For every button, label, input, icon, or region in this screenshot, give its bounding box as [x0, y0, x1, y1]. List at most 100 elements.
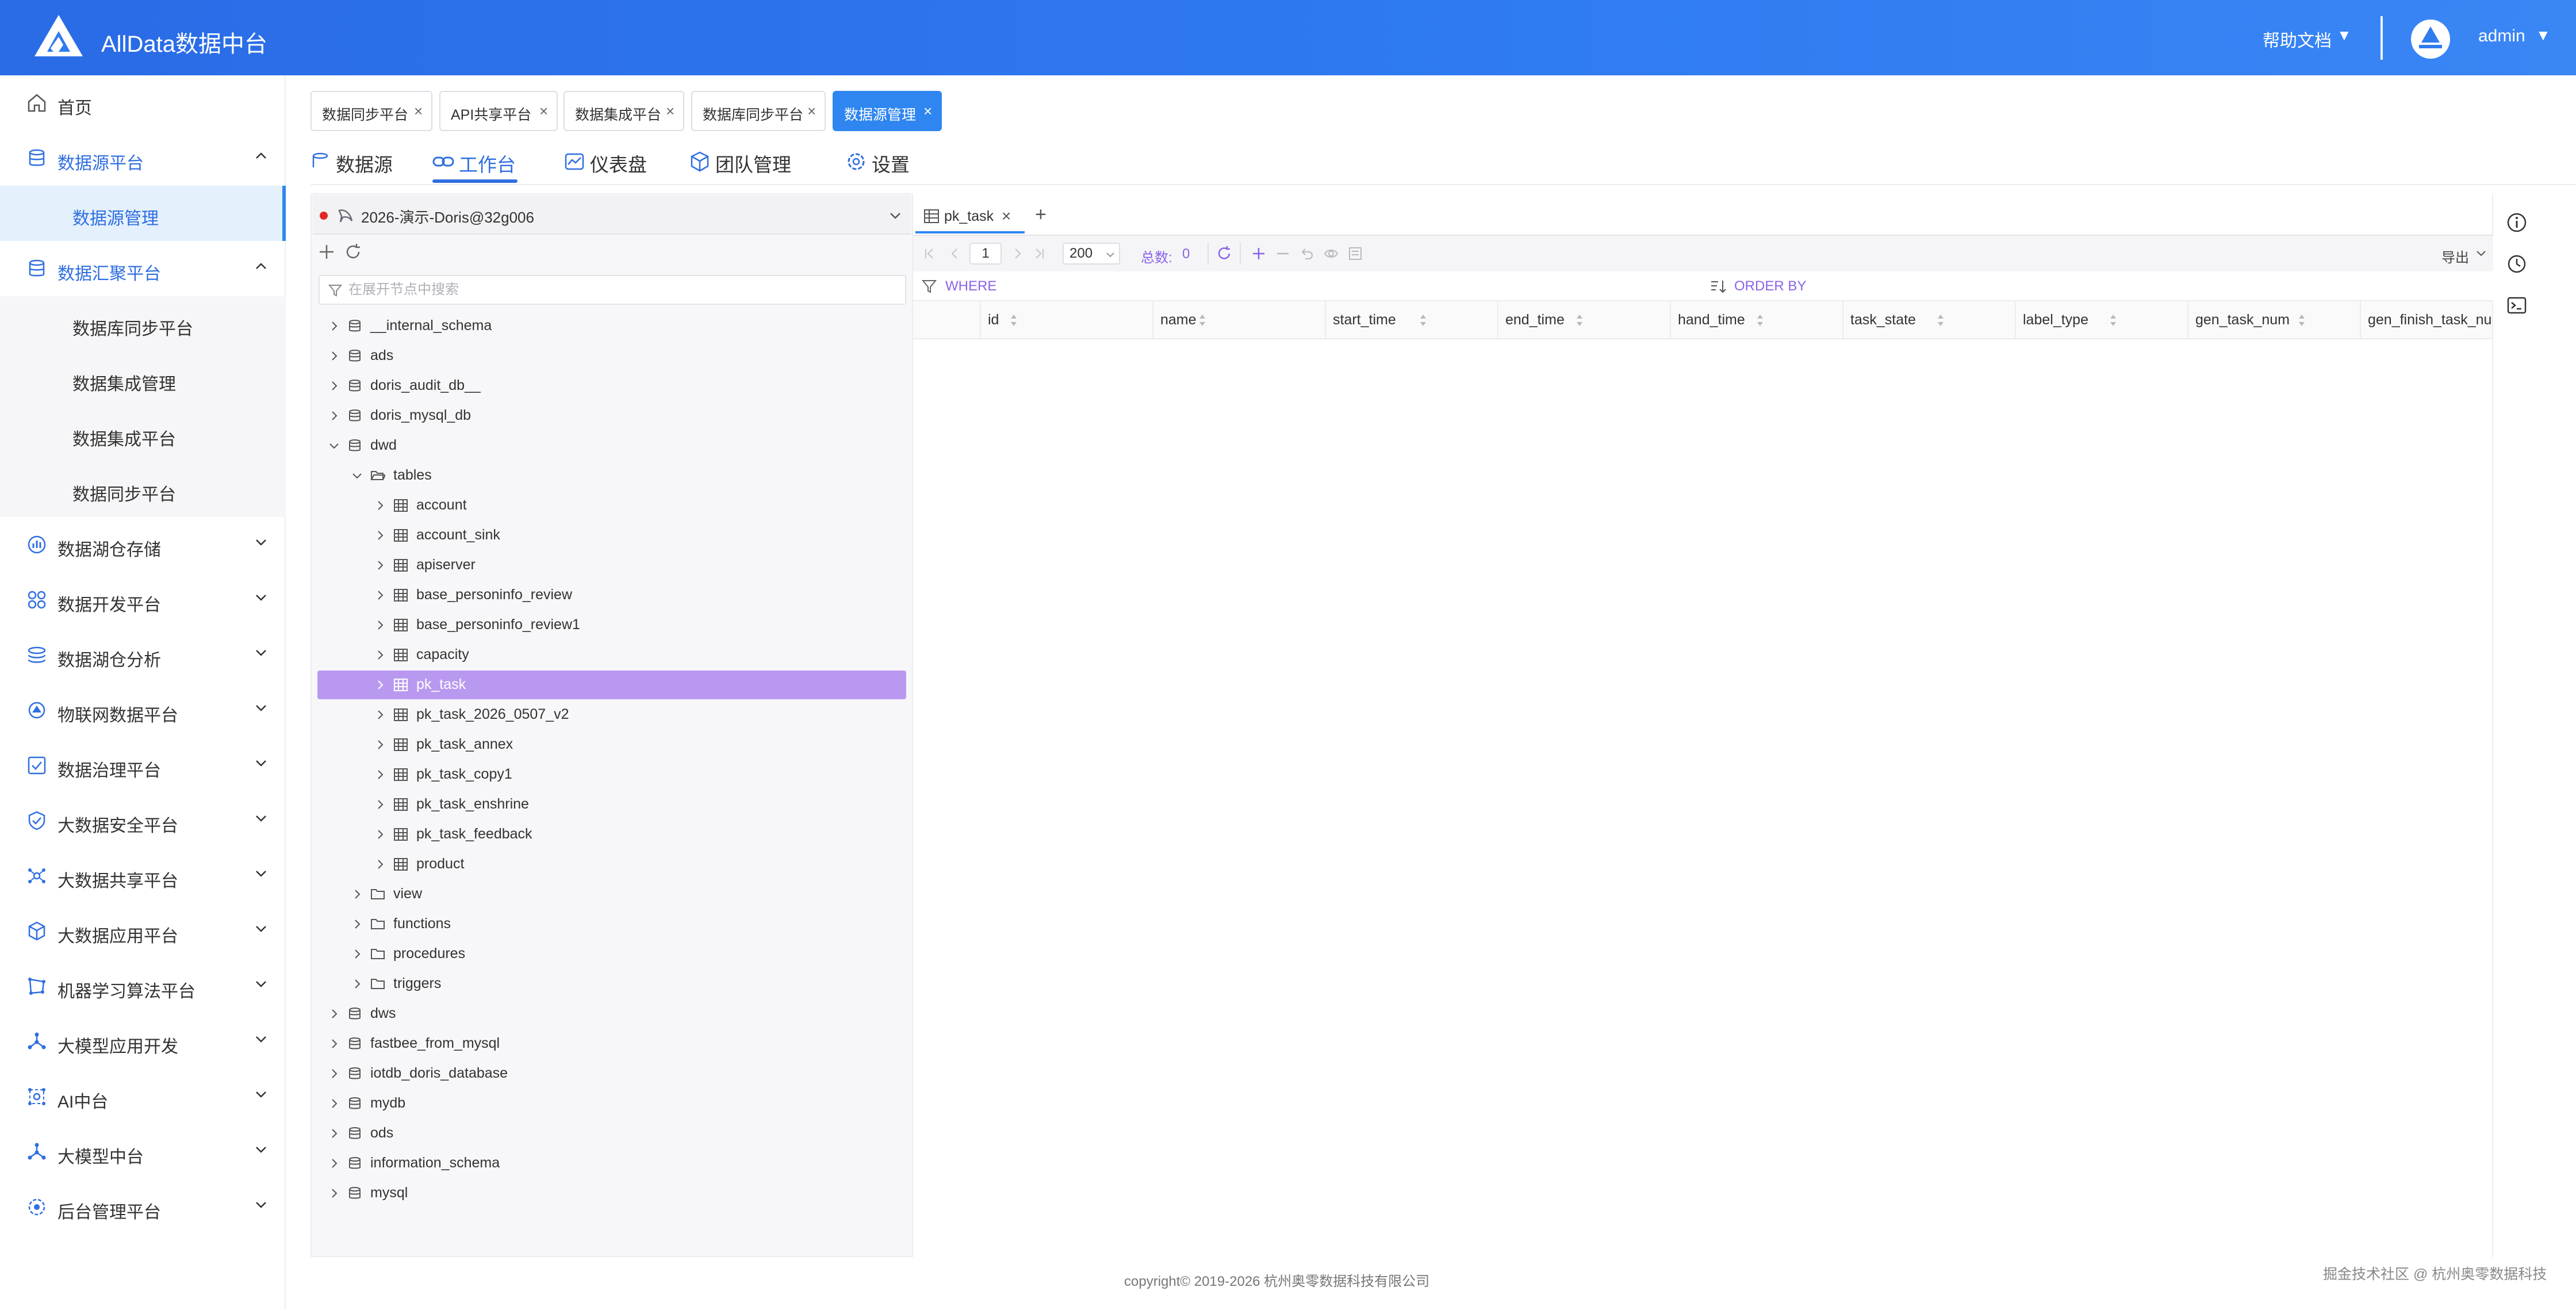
export-button[interactable]: 导出 [2441, 246, 2469, 266]
open-tab[interactable]: 数据库同步平台 × [691, 91, 826, 131]
chevron-right-icon[interactable] [328, 1008, 340, 1020]
refresh-data-icon[interactable] [1216, 245, 1233, 262]
tree-node-folder[interactable]: triggers [317, 970, 906, 998]
chevron-right-icon[interactable] [374, 559, 386, 572]
close-icon[interactable]: × [666, 102, 674, 120]
column-header[interactable]: end_time [1498, 301, 1671, 339]
chevron-down-icon[interactable] [253, 589, 269, 606]
chevron-right-icon[interactable] [374, 499, 386, 512]
tree-node-table[interactable]: capacity [317, 641, 906, 669]
sort-arrows-icon[interactable] [1574, 313, 1585, 328]
close-icon[interactable]: × [923, 102, 932, 120]
chevron-down-icon[interactable] [253, 1086, 269, 1102]
page-number-input[interactable]: 1 [969, 243, 1002, 265]
column-header[interactable]: name [1153, 301, 1326, 339]
sort-arrows-icon[interactable] [1935, 313, 1946, 328]
open-tab[interactable]: 数据集成平台 × [564, 91, 684, 131]
sidebar-item[interactable]: 机器学习算法平台 [0, 959, 286, 1014]
column-header[interactable]: gen_task_num [2188, 301, 2361, 339]
chevron-right-icon[interactable] [328, 1097, 340, 1110]
sort-arrows-icon[interactable] [2108, 313, 2118, 328]
info-icon[interactable] [2506, 212, 2528, 233]
tree-node-db[interactable]: ods [317, 1119, 906, 1148]
close-icon[interactable]: × [1002, 207, 1011, 225]
sidebar-item[interactable]: 大模型应用开发 [0, 1014, 286, 1069]
sidebar-item[interactable]: 后台管理平台 [0, 1179, 286, 1235]
tree-node-table[interactable]: pk_task_annex [317, 730, 906, 759]
column-header[interactable]: label_type [2016, 301, 2188, 339]
tree-node-table[interactable]: pk_task_enshrine [317, 790, 906, 819]
chevron-right-icon[interactable] [328, 409, 340, 422]
preview-eye-icon[interactable] [1324, 246, 1339, 261]
chevron-down-icon[interactable] [253, 921, 269, 937]
workspace-tab[interactable]: 数据源 [309, 147, 424, 177]
chevron-down-icon[interactable] [253, 755, 269, 771]
sidebar-subitem[interactable]: 数据集成平台 [0, 407, 286, 462]
chevron-right-icon[interactable] [374, 589, 386, 602]
sidebar-item[interactable]: 大数据安全平台 [0, 793, 286, 848]
sort-arrows-icon[interactable] [1755, 313, 1765, 328]
chevron-down-icon[interactable] [253, 810, 269, 826]
column-header[interactable]: task_state [1843, 301, 2016, 339]
close-icon[interactable]: × [539, 102, 548, 120]
add-icon[interactable] [317, 243, 336, 261]
tree-search-input[interactable] [348, 281, 866, 299]
open-tab[interactable]: 数据源管理 × [833, 91, 942, 131]
chevron-right-icon[interactable] [351, 918, 363, 930]
tree-node-db[interactable]: mysql [317, 1179, 906, 1208]
tree-node-db[interactable]: mydb [317, 1089, 906, 1118]
undo-icon[interactable] [1300, 246, 1314, 261]
chevron-right-icon[interactable] [374, 679, 386, 691]
tree-node-table[interactable]: pk_task_copy1 [317, 760, 906, 789]
chevron-down-icon[interactable] [253, 1197, 269, 1213]
close-icon[interactable]: × [807, 102, 816, 120]
next-page-icon[interactable] [1010, 246, 1025, 261]
tree-node-db[interactable]: ads [317, 342, 906, 370]
chevron-down-icon[interactable] [888, 208, 903, 223]
chevron-down-icon[interactable] [253, 976, 269, 992]
chevron-right-icon[interactable] [328, 1187, 340, 1200]
chevron-up-icon[interactable] [253, 148, 269, 164]
sort-arrows-icon[interactable] [1197, 313, 1208, 328]
tree-node-db[interactable]: information_schema [317, 1149, 906, 1178]
username[interactable]: admin [2478, 26, 2525, 46]
chevron-down-icon[interactable] [253, 1142, 269, 1158]
chevron-right-icon[interactable] [328, 1037, 340, 1050]
chevron-right-icon[interactable] [374, 708, 386, 721]
sidebar-item[interactable]: 大数据共享平台 [0, 848, 286, 903]
sidebar-item[interactable]: 数据治理平台 [0, 738, 286, 793]
tree-node-table[interactable]: apiserver [317, 551, 906, 580]
history-icon[interactable] [2506, 253, 2528, 275]
sidebar-subitem[interactable]: 数据集成管理 [0, 351, 286, 407]
sort-arrows-icon[interactable] [2297, 313, 2307, 328]
column-header[interactable]: id [981, 301, 1153, 339]
chevron-right-icon[interactable] [328, 350, 340, 362]
avatar[interactable] [2411, 20, 2450, 59]
page-size-select[interactable]: 200 [1063, 243, 1120, 265]
tree-node-db[interactable]: iotdb_doris_database [317, 1059, 906, 1088]
tree-node-table[interactable]: account [317, 491, 906, 520]
open-tab[interactable]: API共享平台 × [439, 91, 558, 131]
open-tab[interactable]: 数据同步平台 × [310, 91, 432, 131]
refresh-icon[interactable] [344, 243, 362, 261]
workspace-tab[interactable]: 团队管理 [689, 147, 804, 177]
prev-page-icon[interactable] [948, 246, 963, 261]
chevron-right-icon[interactable] [374, 798, 386, 811]
terminal-icon[interactable] [2506, 294, 2528, 316]
column-header[interactable]: hand_time [1671, 301, 1843, 339]
sidebar-item[interactable]: 首页 [0, 75, 286, 131]
sidebar-item[interactable]: 数据湖仓分析 [0, 627, 286, 683]
sidebar-subitem[interactable]: 数据同步平台 [0, 462, 286, 517]
sidebar-item[interactable]: 数据汇聚平台 [0, 241, 286, 296]
chevron-right-icon[interactable] [328, 1067, 340, 1080]
chevron-right-icon[interactable] [374, 768, 386, 781]
tree-node-table[interactable]: pk_task_feedback [317, 820, 906, 849]
help-docs-caret-icon[interactable]: ▼ [2337, 26, 2352, 44]
sidebar-subitem[interactable]: 数据库同步平台 [0, 296, 286, 351]
tree-node-folder[interactable]: tables [317, 461, 906, 490]
sort-arrows-icon[interactable] [1009, 313, 1019, 328]
chevron-right-icon[interactable] [374, 649, 386, 661]
chevron-right-icon[interactable] [351, 948, 363, 960]
alldata-logo[interactable] [33, 14, 84, 58]
close-icon[interactable]: × [414, 102, 423, 120]
